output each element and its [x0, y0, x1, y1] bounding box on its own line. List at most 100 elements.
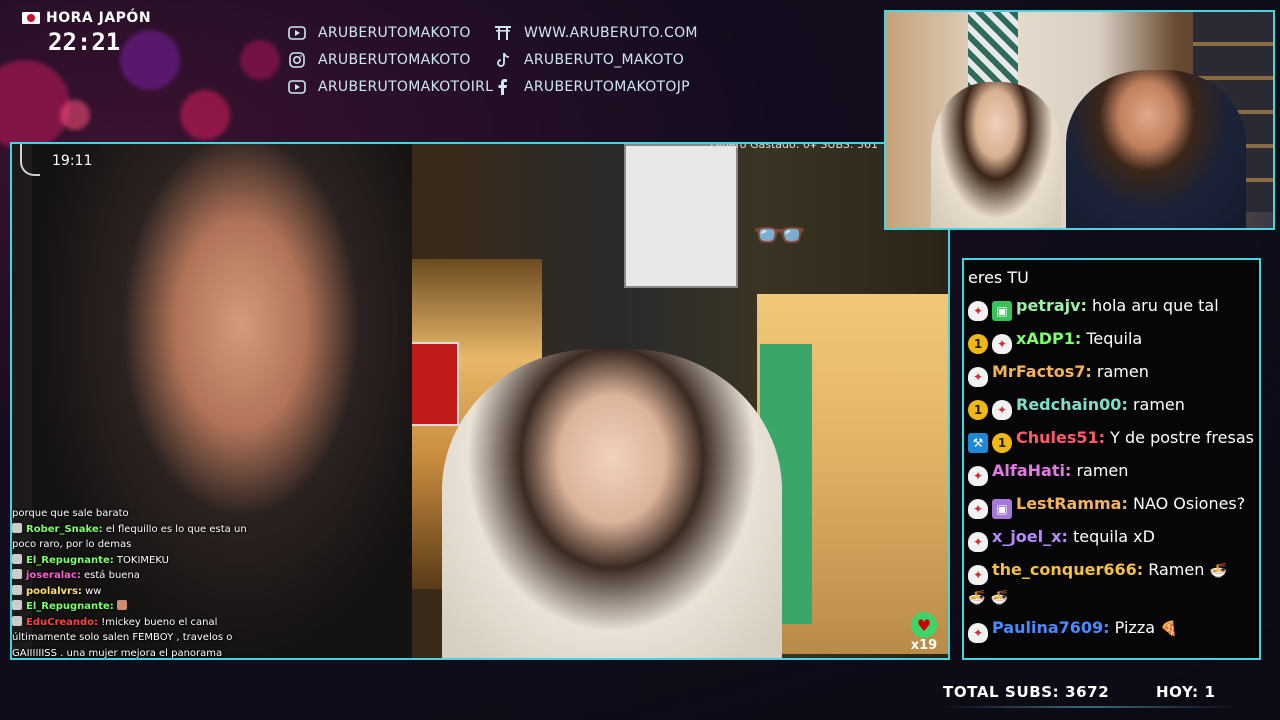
fox-badge-icon: ✦ — [968, 367, 988, 387]
stats-divider — [940, 706, 1240, 708]
chat-text: NAO Osiones? — [1132, 494, 1246, 513]
chat-message: eres TU — [968, 266, 1255, 290]
social-instagram: ARUBERUTOMAKOTO — [288, 49, 494, 70]
chat-panel[interactable]: eres TU ✦ ▣ petrajv: hola aru que tal 1 ✦ xA… — [962, 258, 1261, 660]
mini-chat-user: joseralac: — [26, 570, 81, 581]
coin-badge-icon: 1 — [968, 400, 988, 420]
chat-text: tequila xD — [1072, 527, 1155, 546]
chat-message: 1 ✦ xADP1: Tequila — [968, 327, 1255, 354]
fox-badge-icon — [12, 615, 22, 626]
ramen-bowl-icon: 🍜 — [1209, 563, 1227, 579]
chat-text: hola aru que tal — [1092, 296, 1219, 315]
social-text: ARUBERUTOMAKOTOJP — [524, 78, 690, 95]
chat-text: ramen — [1096, 362, 1149, 381]
webcam-feed — [884, 10, 1275, 230]
mini-chat-text: porque que sale barato — [12, 508, 129, 519]
gift-badge-icon: ▣ — [992, 301, 1012, 321]
fox-badge-icon — [12, 569, 22, 579]
tiktok-icon — [494, 51, 512, 69]
chat-message: ✦ Paulina7609: Pizza 🍕 — [968, 616, 1255, 643]
chat-username[interactable]: AlfaHati: — [992, 461, 1071, 480]
chat-message: ✦ x_joel_x: tequila xD — [968, 525, 1255, 552]
youtube-icon — [288, 78, 306, 96]
social-text: ARUBERUTOMAKOTO — [318, 51, 471, 68]
clock-label: HORA JAPÓN — [46, 10, 152, 26]
fox-badge-icon: ✦ — [968, 623, 988, 643]
clock-time: 22:21 — [48, 28, 121, 56]
chat-username[interactable]: Chules51: — [1016, 428, 1105, 447]
social-youtube-irl: ARUBERUTOMAKOTOIRL — [288, 76, 494, 97]
coin-badge-icon: 1 — [968, 334, 988, 354]
mini-chat-line: El_Repugnante: — [12, 599, 262, 615]
video-clock-time: 19:11 — [52, 153, 93, 169]
face-emote-icon — [116, 600, 127, 610]
social-text: ARUBERUTOMAKOTOIRL — [318, 78, 494, 95]
chat-username[interactable]: x_joel_x: — [992, 527, 1068, 546]
webcam-woman — [931, 82, 1061, 228]
mini-chat-user: EduCreando: — [26, 616, 99, 628]
fox-badge-icon: ✦ — [968, 565, 988, 585]
chat-message: ⚒ 1 Chules51: Y de postre fresas — [968, 426, 1255, 453]
mini-chat-line: joseralac: está buena — [12, 568, 262, 584]
chat-message: ✦ AlfaHati: ramen — [968, 459, 1255, 486]
social-website: WWW.ARUBERUTO.COM — [494, 22, 697, 43]
chat-username[interactable]: petrajv: — [1016, 296, 1087, 315]
social-text: ARUBERUTO_MAKOTO — [524, 51, 685, 68]
chat-message: ✦ ▣ LestRamma: NAO Osiones? — [968, 492, 1255, 519]
background-bokeh — [240, 40, 280, 80]
chat-username[interactable]: the_conquer666: — [992, 560, 1143, 579]
fox-badge-icon: ✦ — [992, 334, 1012, 354]
coin-badge-icon: 1 — [992, 433, 1012, 453]
chat-message: ✦ the_conquer666: Ramen 🍜 🍜 🍜 — [968, 558, 1255, 610]
total-subs: TOTAL SUBS: 3672 — [943, 683, 1110, 701]
moderator-badge-icon: ⚒ — [968, 433, 988, 453]
video-overlay-chat: porque que sale barato Rober_Snake: el f… — [12, 506, 262, 661]
gift-badge-icon: ▣ — [992, 499, 1012, 519]
fox-badge-icon: ✦ — [968, 466, 988, 486]
combo-counter: ♥ x19 — [906, 612, 942, 656]
glasses-icon: 👓 — [752, 210, 807, 261]
youtube-icon — [288, 24, 306, 42]
torii-icon — [494, 24, 512, 42]
instagram-icon — [288, 51, 306, 69]
chat-text: Pizza — [1114, 618, 1156, 637]
background-bokeh — [180, 90, 230, 140]
social-facebook: ARUBERUTOMAKOTOJP — [494, 76, 694, 97]
chat-username[interactable]: xADP1: — [1016, 329, 1081, 348]
pizza-icon: 🍕 — [1160, 621, 1178, 637]
chat-text: eres TU — [968, 268, 1029, 287]
love-face-icon: ♥ — [911, 612, 937, 638]
video-stats-text: Dinero Gastado: 0¥ SUBS: 361 — [710, 142, 878, 151]
mini-chat-text: ww — [85, 585, 102, 597]
fox-badge-icon — [12, 522, 22, 533]
fox-badge-icon: ✦ — [992, 400, 1012, 420]
chat-username[interactable]: Paulina7609: — [992, 618, 1110, 637]
social-tiktok: ARUBERUTO_MAKOTO — [494, 49, 694, 70]
chat-username[interactable]: LestRamma: — [1016, 494, 1128, 513]
mini-chat-line: poolalvrs: ww — [12, 584, 262, 600]
video-clock-frame — [20, 144, 40, 176]
clock-label-row: HORA JAPÓN — [22, 10, 151, 26]
mini-chat-user: Rober_Snake: — [26, 523, 103, 535]
glasses-sign-board — [624, 144, 738, 288]
facebook-icon — [494, 78, 512, 96]
chat-username[interactable]: MrFactos7: — [992, 362, 1092, 381]
ramen-bowl-icon: 🍜 — [990, 590, 1008, 606]
mini-chat-line: EduCreando: !mickey bueno el canal últim… — [12, 615, 262, 662]
mini-chat-line: Rober_Snake: el flequillo es lo que esta… — [12, 522, 262, 553]
fox-badge-icon: ✦ — [968, 499, 988, 519]
webcam-man — [1066, 70, 1246, 228]
social-links: ARUBERUTOMAKOTO WWW.ARUBERUTO.COM ARUBER… — [288, 22, 697, 97]
fox-badge-icon — [12, 553, 22, 564]
chat-text: Y de postre fresas — [1110, 428, 1254, 447]
mini-chat-user: El_Repugnante: — [26, 554, 114, 566]
chat-text: Tequila — [1086, 329, 1143, 348]
chat-message: ✦ MrFactos7: ramen — [968, 360, 1255, 387]
background-bokeh — [0, 60, 70, 150]
chat-username[interactable]: Redchain00: — [1016, 395, 1128, 414]
social-text: ARUBERUTOMAKOTO — [318, 24, 471, 41]
combo-count: x19 — [910, 638, 938, 653]
chat-text: Ramen — [1148, 560, 1205, 579]
fox-badge-icon: ✦ — [968, 301, 988, 321]
background-bokeh — [60, 100, 90, 130]
